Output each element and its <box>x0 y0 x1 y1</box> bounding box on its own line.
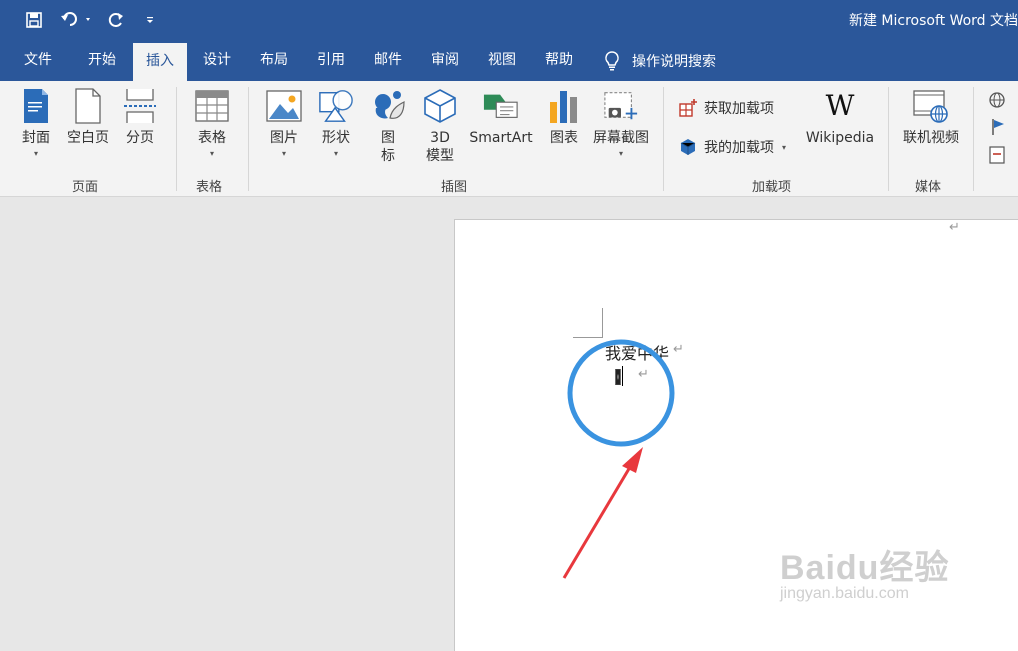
get-addins-button[interactable]: 获取加载项 <box>678 98 774 118</box>
group-divider <box>973 87 974 191</box>
cover-page-label: 封面 <box>22 130 50 146</box>
my-addins-label: 我的加载项 <box>704 140 774 156</box>
tab-references[interactable]: 引用 <box>303 40 359 81</box>
watermark-main: Baidu经验 <box>780 549 950 587</box>
group-label-addins: 加载项 <box>752 180 792 195</box>
text-cursor <box>622 366 623 386</box>
tab-design[interactable]: 设计 <box>190 40 244 81</box>
chevron-down-icon: ▾ <box>618 149 623 158</box>
group-label-pages: 页面 <box>72 180 99 195</box>
tab-review[interactable]: 审阅 <box>417 40 473 81</box>
page-break-button[interactable]: 分页 <box>118 87 162 147</box>
icons-icon <box>370 87 406 125</box>
redo-icon[interactable] <box>104 8 128 32</box>
group-divider <box>176 87 177 191</box>
bookmark-icon[interactable] <box>990 117 1010 137</box>
wikipedia-label: Wikipedia <box>805 130 875 146</box>
table-button[interactable]: 表格 ▾ <box>190 87 234 159</box>
blank-page-button[interactable]: 空白页 <box>62 87 114 147</box>
undo-icon[interactable] <box>58 8 94 32</box>
get-addins-icon <box>678 98 698 118</box>
document-line-1[interactable]: 我爱中华 <box>605 340 669 364</box>
smartart-label: SmartArt <box>469 130 533 146</box>
tab-layout[interactable]: 布局 <box>246 40 302 81</box>
3d-model-button[interactable]: 3D 模型 <box>418 87 462 165</box>
screenshot-button[interactable]: 屏幕截图 ▾ <box>588 87 654 159</box>
smartart-icon <box>483 87 519 125</box>
cross-reference-icon[interactable] <box>988 145 1008 165</box>
tell-me-label: 操作说明搜索 <box>632 53 716 70</box>
document-title: 新建 Microsoft Word 文档 <box>848 13 1018 29</box>
icons-label-line1: 图 <box>381 130 395 146</box>
chevron-down-icon: ▾ <box>209 149 214 158</box>
paragraph-mark: ↵ <box>673 342 684 357</box>
icons-button[interactable]: 图 标 <box>366 87 410 165</box>
wikipedia-glyph: W <box>825 89 855 122</box>
online-video-button[interactable]: 联机视频 <box>898 87 964 147</box>
link-icon[interactable] <box>988 91 1008 111</box>
customize-icon[interactable] <box>138 8 162 32</box>
ribbon: 封面 ▾ 空白页 分页 页面 表格 ▾ 表格 图片 ▾ 形状 ▾ 图 标 3D … <box>0 81 1018 197</box>
page-break-icon <box>122 87 158 125</box>
cover-page-button[interactable]: 封面 ▾ <box>14 87 58 159</box>
shapes-button[interactable]: 形状 ▾ <box>314 87 358 159</box>
tab-home[interactable]: 开始 <box>74 40 130 81</box>
shapes-icon <box>318 87 354 125</box>
picture-icon <box>266 87 302 125</box>
online-video-label: 联机视频 <box>903 130 959 146</box>
blank-page-label: 空白页 <box>67 130 109 146</box>
title-bar: 新建 Microsoft Word 文档 <box>0 0 1018 40</box>
chart-icon <box>546 87 582 125</box>
wikipedia-icon: W <box>822 87 858 125</box>
my-addins-button[interactable]: 我的加载项 ▾ <box>678 137 786 157</box>
table-icon <box>194 87 230 125</box>
save-icon[interactable] <box>22 8 46 32</box>
picture-button[interactable]: 图片 ▾ <box>262 87 306 159</box>
group-label-illustrations: 插图 <box>441 180 468 195</box>
picture-label: 图片 <box>270 130 298 146</box>
paragraph-mark: ↵ <box>949 220 960 235</box>
chevron-down-icon: ▾ <box>782 142 787 152</box>
tab-mailings[interactable]: 邮件 <box>360 40 416 81</box>
my-addins-icon <box>678 137 698 157</box>
3d-model-label-line2: 模型 <box>426 148 454 164</box>
chevron-down-icon: ▾ <box>33 149 38 158</box>
chart-button[interactable]: 图表 <box>542 87 586 147</box>
group-divider <box>663 87 664 191</box>
shapes-label: 形状 <box>322 130 350 146</box>
smartart-button[interactable]: SmartArt <box>466 87 536 147</box>
online-video-icon <box>913 87 949 125</box>
tab-help[interactable]: 帮助 <box>531 40 587 81</box>
tab-file[interactable]: 文件 <box>10 40 66 81</box>
blank-page-icon <box>70 87 106 125</box>
paragraph-mark: ↵ <box>638 367 649 382</box>
group-divider <box>888 87 889 191</box>
icons-label-line2: 标 <box>381 148 395 164</box>
tab-insert[interactable]: 插入 <box>133 43 187 81</box>
group-label-media: 媒体 <box>915 180 942 195</box>
chevron-down-icon: ▾ <box>281 149 286 158</box>
margin-corner-mark <box>573 308 603 338</box>
screenshot-label: 屏幕截图 <box>593 130 649 146</box>
page-break-label: 分页 <box>126 130 154 146</box>
lightbulb-icon <box>605 50 619 70</box>
group-divider <box>248 87 249 191</box>
3d-model-label-line1: 3D <box>430 130 450 146</box>
chevron-down-icon: ▾ <box>333 149 338 158</box>
screenshot-icon <box>603 87 639 125</box>
3d-model-icon <box>422 87 458 125</box>
chart-label: 图表 <box>550 130 578 146</box>
wikipedia-button[interactable]: W Wikipedia <box>800 87 880 147</box>
baidu-watermark: Baidu经验 jingyan.baidu.com <box>780 540 949 603</box>
group-label-tables: 表格 <box>196 180 223 195</box>
ribbon-tabs: 文件 开始 插入 设计 布局 引用 邮件 审阅 视图 帮助 操作说明搜索 <box>0 40 1018 81</box>
cover-page-icon <box>18 87 54 125</box>
tab-view[interactable]: 视图 <box>474 40 530 81</box>
get-addins-label: 获取加载项 <box>704 101 774 117</box>
table-label: 表格 <box>198 130 226 146</box>
tell-me-search[interactable]: 操作说明搜索 <box>604 40 716 81</box>
